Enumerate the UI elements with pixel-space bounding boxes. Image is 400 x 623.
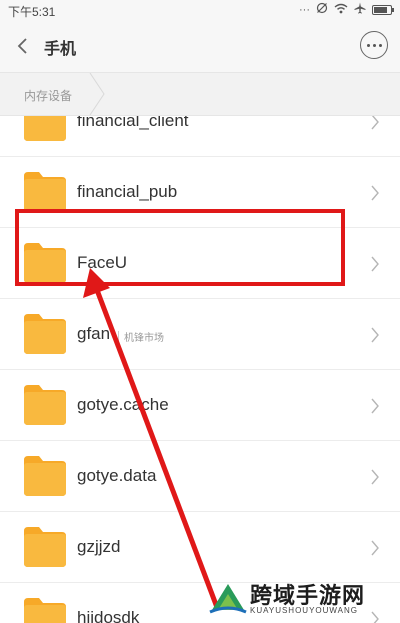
folder-icon — [24, 116, 66, 141]
chevron-right-icon — [371, 256, 379, 272]
folder-icon — [24, 385, 66, 425]
more-button[interactable] — [360, 31, 388, 59]
watermark: 跨域手游网 KUAYUSHOUYOUWANG — [208, 578, 394, 620]
mute-icon — [316, 2, 328, 17]
folder-icon — [24, 456, 66, 496]
status-bar: 下午5:31 ··· — [0, 0, 400, 20]
list-item[interactable]: gfan 机锋市场 — [0, 299, 400, 370]
file-name: financial_client — [77, 116, 189, 130]
battery-icon — [372, 4, 394, 15]
breadcrumb-separator-icon — [89, 73, 105, 115]
file-name: gotye.cache — [77, 395, 169, 414]
watermark-logo-icon — [209, 584, 247, 614]
folder-icon — [24, 314, 66, 354]
file-name: gzjjzd — [77, 537, 121, 556]
breadcrumb-item-storage[interactable]: 内存设备 — [24, 87, 72, 104]
list-item[interactable]: gotye.cache — [0, 370, 400, 441]
file-name: gotye.data — [77, 466, 157, 485]
file-name: financial_pub — [77, 182, 178, 201]
list-item[interactable]: FaceU — [0, 228, 400, 299]
status-icons: ··· — [299, 2, 394, 17]
breadcrumb: 内存设备 — [0, 72, 400, 116]
more-dots-icon — [366, 43, 370, 47]
chevron-right-icon — [371, 469, 379, 485]
airplane-icon — [354, 2, 366, 17]
chevron-right-icon — [371, 185, 379, 201]
dots-icon: ··· — [299, 3, 310, 16]
list-item[interactable]: financial_client — [0, 116, 400, 157]
watermark-subtitle: KUAYUSHOUYOUWANG — [250, 606, 359, 615]
page-title: 手机 — [44, 41, 77, 58]
chevron-right-icon — [371, 540, 379, 556]
chevron-right-icon — [371, 327, 379, 343]
chevron-right-icon — [371, 116, 379, 130]
list-item[interactable]: gotye.data — [0, 441, 400, 512]
file-name: hiidosdk — [77, 608, 140, 623]
folder-icon — [24, 527, 66, 567]
chevron-right-icon — [371, 398, 379, 414]
file-tag: 机锋市场 — [118, 329, 164, 344]
file-list: financial_client financial_pub FaceU gfan 机锋… — [0, 116, 400, 623]
list-item[interactable]: financial_pub — [0, 157, 400, 228]
folder-icon — [24, 598, 66, 623]
folder-icon — [24, 243, 66, 283]
chevron-left-icon[interactable] — [14, 36, 32, 56]
folder-icon — [24, 172, 66, 212]
file-name: FaceU — [77, 253, 128, 272]
status-time: 下午5:31 — [8, 5, 56, 19]
list-item[interactable]: gzjjzd — [0, 512, 400, 583]
wifi-icon — [334, 3, 348, 17]
top-bar: 手机 — [0, 20, 400, 72]
file-name: gfan — [77, 324, 111, 343]
